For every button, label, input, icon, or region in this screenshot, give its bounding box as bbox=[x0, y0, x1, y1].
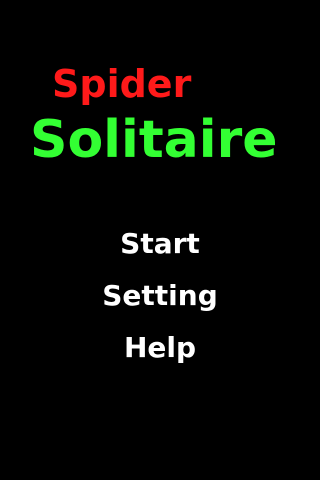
start-button[interactable]: Start bbox=[120, 218, 200, 270]
setting-button[interactable]: Setting bbox=[102, 270, 218, 322]
title-screen: Spider Solitaire Start Setting Help bbox=[0, 0, 320, 480]
title-spider: Spider bbox=[52, 62, 192, 106]
main-menu: Start Setting Help bbox=[0, 218, 320, 374]
title-solitaire: Solitaire bbox=[30, 110, 278, 170]
help-button[interactable]: Help bbox=[124, 322, 196, 374]
